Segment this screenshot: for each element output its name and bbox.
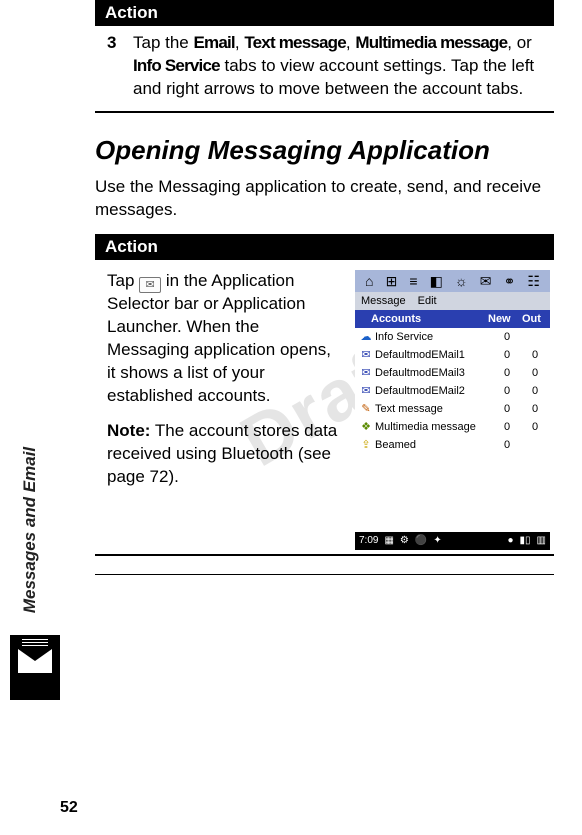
account-new: 0 (490, 403, 524, 415)
action-text-column: Tap in the Application Selector bar or A… (107, 270, 341, 550)
account-row[interactable]: ✎Text message00 (355, 400, 550, 418)
status-right: ● ▮▯ ▥ (507, 535, 546, 546)
account-name: DefaultmodEMail3 (373, 367, 490, 379)
account-name: DefaultmodEMail2 (373, 385, 490, 397)
account-out: 0 (524, 403, 546, 415)
rule (95, 111, 554, 113)
device-body: Accounts New Out ☁Info Service0✉Defaultm… (355, 310, 550, 532)
account-out: 0 (524, 367, 546, 379)
action-content-row: Tap in the Application Selector bar or A… (95, 260, 554, 552)
account-icon: ⇪ (359, 438, 373, 451)
status-icon: ⚫ (415, 535, 427, 546)
selector-icon[interactable]: ⌂ (365, 274, 373, 288)
account-icon: ✉ (359, 366, 373, 379)
account-new: 0 (490, 331, 524, 343)
step-text-bold: Info Service (133, 56, 220, 75)
action-header: Action (95, 0, 554, 26)
col-new: New (488, 313, 522, 325)
account-out: 0 (524, 349, 546, 361)
status-icon: ▮▯ (520, 535, 531, 546)
account-icon: ✎ (359, 402, 373, 415)
rule (95, 574, 554, 575)
status-time: 7:09 (359, 535, 378, 546)
account-icon: ✉ (359, 348, 373, 361)
account-new: 0 (490, 367, 524, 379)
page-number: 52 (60, 799, 78, 817)
account-name: Text message (373, 403, 490, 415)
selector-icon[interactable]: ☷ (527, 274, 540, 288)
account-row[interactable]: ✉DefaultmodEMail200 (355, 382, 550, 400)
status-icon: ▦ (384, 535, 393, 546)
account-new: 0 (490, 349, 524, 361)
action-block-2: Action Tap in the Application Selector b… (95, 234, 554, 575)
action-block-1: Action 3 Tap the Email, Text message, Mu… (95, 0, 554, 113)
section-lead: Use the Messaging application to create,… (95, 176, 554, 222)
col-accounts: Accounts (355, 313, 488, 325)
account-new: 0 (490, 385, 524, 397)
col-out: Out (522, 313, 550, 325)
step-number: 3 (107, 32, 121, 101)
status-left: 7:09 ▦ ⚙ ⚫ ✦ (359, 535, 442, 546)
device-menu-item[interactable]: Message (361, 295, 406, 307)
action-note: Note: The account stores data received u… (107, 420, 341, 489)
account-icon: ✉ (359, 384, 373, 397)
device-menu-bar: Message Edit (355, 292, 550, 310)
status-icon: ▥ (537, 535, 546, 546)
device-screenshot: ⌂ ⊞ ≡ ◧ ☼ ✉ ⚭ ☷ Message Edit Accounts New Out ☁I… (355, 270, 550, 550)
side-chapter-tab: Messages and Email (0, 435, 60, 625)
action-paragraph: Tap in the Application Selector bar or A… (107, 270, 341, 408)
device-selector-bar: ⌂ ⊞ ≡ ◧ ☼ ✉ ⚭ ☷ (355, 270, 550, 292)
device-menu-item[interactable]: Edit (418, 295, 437, 307)
account-row[interactable]: ❖Multimedia message00 (355, 418, 550, 436)
step-text-bold: Multimedia message (355, 33, 507, 52)
action-text-frag: Tap (107, 271, 139, 290)
chapter-envelope-icon (10, 635, 60, 700)
step-text-frag: Tap the (133, 33, 194, 52)
account-icon: ❖ (359, 420, 373, 433)
device-status-bar: 7:09 ▦ ⚙ ⚫ ✦ ● ▮▯ ▥ (355, 532, 550, 550)
status-icon: ● (507, 535, 513, 546)
step-text-frag: , (346, 33, 355, 52)
account-new: 0 (490, 439, 524, 451)
account-row[interactable]: ⇪Beamed0 (355, 436, 550, 454)
step-text-bold: Text message (244, 33, 346, 52)
status-icon: ⚙ (400, 535, 409, 546)
note-label: Note: (107, 421, 150, 440)
page-content: Draft Action 3 Tap the Email, Text messa… (95, 0, 554, 775)
action-step-row: 3 Tap the Email, Text message, Multimedi… (95, 26, 554, 109)
status-icon: ✦ (433, 535, 441, 546)
step-text: Tap the Email, Text message, Multimedia … (133, 32, 548, 101)
action-header: Action (95, 234, 554, 260)
account-icon: ☁ (359, 330, 373, 343)
account-new: 0 (490, 421, 524, 433)
selector-icon[interactable]: ✉ (480, 274, 492, 288)
account-name: Info Service (373, 331, 490, 343)
rule (95, 554, 554, 556)
selector-icon[interactable]: ◧ (430, 274, 443, 288)
section-heading: Opening Messaging Application (95, 135, 554, 166)
account-name: DefaultmodEMail1 (373, 349, 490, 361)
step-text-frag: , or (507, 33, 532, 52)
account-name: Beamed (373, 439, 490, 451)
side-chapter-label: Messages and Email (20, 447, 40, 613)
account-out: 0 (524, 421, 546, 433)
selector-icon[interactable]: ⊞ (386, 274, 398, 288)
step-text-bold: Email (194, 33, 235, 52)
selector-icon[interactable]: ⚭ (504, 274, 516, 288)
account-out: 0 (524, 385, 546, 397)
account-name: Multimedia message (373, 421, 490, 433)
messaging-icon (139, 277, 161, 293)
device-account-list: ☁Info Service0✉DefaultmodEMail100✉Defaul… (355, 328, 550, 532)
device-list-header: Accounts New Out (355, 310, 550, 328)
account-row[interactable]: ✉DefaultmodEMail100 (355, 346, 550, 364)
selector-icon[interactable]: ☼ (455, 274, 468, 288)
account-row[interactable]: ✉DefaultmodEMail300 (355, 364, 550, 382)
account-row[interactable]: ☁Info Service0 (355, 328, 550, 346)
step-text-frag: , (235, 33, 244, 52)
selector-icon[interactable]: ≡ (409, 274, 417, 288)
